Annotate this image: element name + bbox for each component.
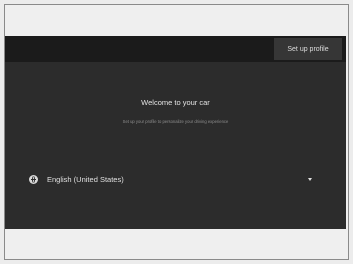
- set-up-profile-button[interactable]: Set up profile: [274, 38, 342, 60]
- language-label: English (United States): [47, 174, 124, 184]
- top-bar: Set up profile: [5, 36, 346, 62]
- head-unit-screen: Set up profile Welcome to your car Set u…: [5, 36, 346, 229]
- globe-icon: [29, 174, 38, 184]
- welcome-title: Welcome to your car: [141, 98, 210, 107]
- language-selector[interactable]: English (United States): [29, 172, 322, 186]
- welcome-subtitle: Set up your profile to personalize your …: [122, 119, 229, 124]
- dropdown-arrow-icon[interactable]: [308, 177, 312, 181]
